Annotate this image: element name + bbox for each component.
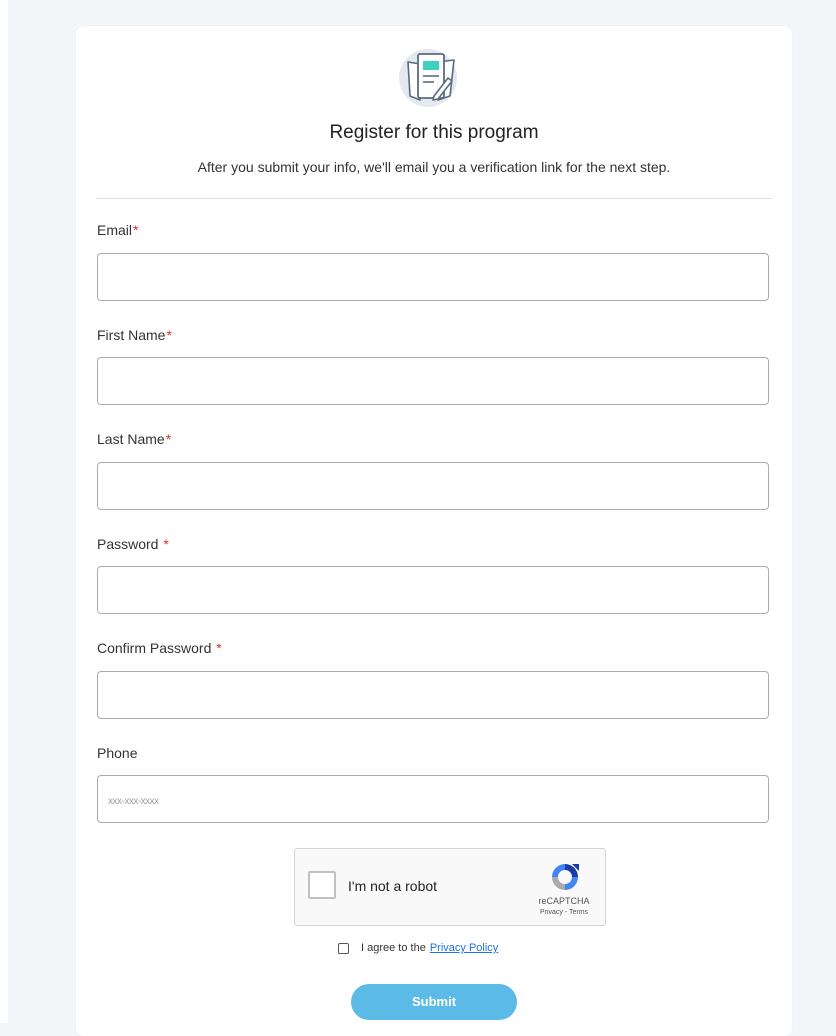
last-name-label: Last Name* [97, 431, 171, 447]
required-marker: * [163, 536, 169, 552]
first-name-label-text: First Name [97, 327, 166, 343]
password-input[interactable] [97, 566, 769, 614]
header-divider [96, 198, 772, 199]
privacy-agreement-text: I agree to the [361, 942, 426, 954]
page-subtitle: After you submit your info, we'll email … [197, 159, 671, 175]
password-label-text: Password [97, 536, 159, 552]
email-label: Email* [97, 222, 138, 238]
recaptcha-links[interactable]: Privacy - Terms [523, 909, 605, 916]
registration-card: Register for this program After you subm… [76, 26, 792, 1036]
page-edge [0, 0, 8, 1023]
required-marker: * [165, 431, 172, 447]
document-pen-icon [399, 49, 457, 107]
required-marker: * [216, 640, 222, 656]
required-marker: * [133, 222, 139, 238]
confirm-password-label-text: Confirm Password [97, 640, 212, 656]
recaptcha-logo-icon [552, 864, 579, 890]
last-name-label-text: Last Name [97, 431, 165, 447]
first-name-label: First Name* [97, 327, 172, 343]
recaptcha-checkbox[interactable] [308, 871, 336, 899]
page-title: Register for this program [329, 122, 539, 143]
email-input[interactable] [97, 253, 769, 301]
recaptcha-widget: I'm not a robot reCAPTCHA Privacy - Term… [294, 848, 606, 926]
first-name-input[interactable] [97, 357, 769, 405]
submit-button[interactable]: Submit [351, 984, 517, 1020]
required-marker: * [166, 327, 172, 343]
last-name-input[interactable] [97, 462, 769, 510]
confirm-password-input[interactable] [97, 671, 769, 719]
email-label-text: Email [97, 222, 133, 238]
recaptcha-brand: reCAPTCHA [538, 896, 590, 906]
phone-label: Phone [97, 745, 138, 761]
privacy-agreement-row: I agree to the Privacy Policy [338, 940, 498, 956]
phone-input[interactable] [97, 775, 769, 823]
privacy-agreement-checkbox[interactable] [338, 942, 349, 954]
password-label: Password * [97, 536, 169, 552]
privacy-policy-link[interactable]: Privacy Policy [430, 942, 498, 954]
recaptcha-label: I'm not a robot [348, 878, 438, 894]
confirm-password-label: Confirm Password * [97, 640, 222, 656]
